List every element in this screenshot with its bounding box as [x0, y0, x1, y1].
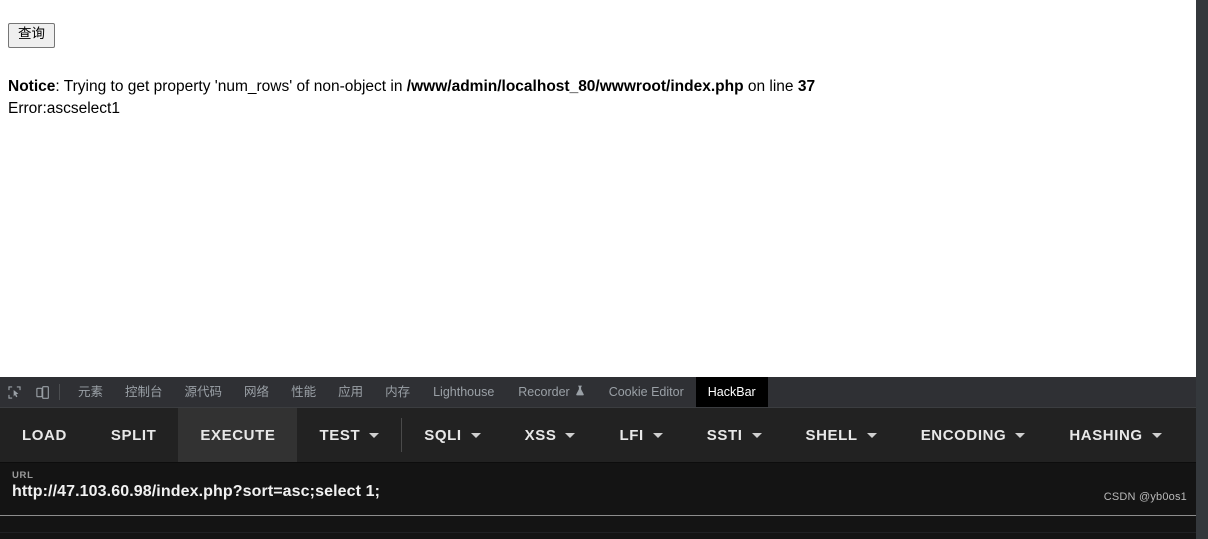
url-input[interactable]: http://47.103.60.98/index.php?sort=asc;s… [12, 483, 380, 501]
tab-hackbar[interactable]: HackBar [695, 377, 768, 407]
chevron-down-icon [565, 432, 576, 438]
tab-console[interactable]: 控制台 [114, 377, 174, 407]
chevron-down-icon [652, 432, 663, 438]
hackbar-load-label: LOAD [22, 426, 67, 444]
tab-memory[interactable]: 内存 [374, 377, 421, 407]
error-output-line: Error:ascselect1 [8, 100, 120, 117]
inspect-element-icon[interactable] [0, 378, 28, 406]
hackbar-hashing-button[interactable]: HASHING [1047, 408, 1183, 462]
hackbar-load-button[interactable]: LOAD [0, 408, 89, 462]
tab-performance[interactable]: 性能 [280, 377, 327, 407]
notice-separator: : [55, 78, 64, 95]
tab-lighthouse[interactable]: Lighthouse [421, 377, 506, 407]
chevron-down-icon [1015, 432, 1026, 438]
tab-recorder-label: Recorder [518, 385, 570, 399]
hackbar-sqli-label: SQLI [424, 426, 462, 444]
notice-text: Trying to get property 'num_rows' of non… [63, 78, 407, 95]
tab-network[interactable]: 网络 [233, 377, 280, 407]
hackbar-hashing-label: HASHING [1069, 426, 1143, 444]
chevron-down-icon [1151, 432, 1162, 438]
hackbar-sqli-button[interactable]: SQLI [402, 408, 502, 462]
php-notice-message: Notice: Trying to get property 'num_rows… [8, 76, 1178, 119]
hackbar-encoding-label: ENCODING [920, 426, 1007, 444]
hackbar-xss-label: XSS [524, 426, 557, 444]
hackbar-shell-label: SHELL [805, 426, 858, 444]
hackbar-ssti-button[interactable]: SSTI [685, 408, 784, 462]
notice-label: Notice [8, 78, 56, 95]
chevron-down-icon [751, 432, 762, 438]
notice-file-path: /www/admin/localhost_80/wwwroot/index.ph… [406, 78, 744, 95]
watermark: CSDN @yb0os1 [1103, 491, 1187, 503]
hackbar-split-button[interactable]: SPLIT [89, 408, 179, 462]
chevron-down-icon [866, 432, 877, 438]
hackbar-ssti-label: SSTI [706, 426, 743, 444]
url-field-underline [0, 515, 1196, 516]
chevron-down-icon [369, 432, 380, 438]
page-scrollbar[interactable] [1196, 0, 1208, 539]
device-toolbar-icon[interactable] [28, 378, 56, 406]
hackbar-execute-label: EXECUTE [200, 426, 276, 444]
devtools-tabbar: 元素 控制台 源代码 网络 性能 应用 内存 Lighthouse Record… [0, 377, 1196, 408]
hackbar-xss-button[interactable]: XSS [503, 408, 598, 462]
tab-cookie-editor[interactable]: Cookie Editor [597, 377, 696, 407]
hackbar-test-label: TEST [319, 426, 361, 444]
hackbar-lfi-label: LFI [619, 426, 644, 444]
hackbar-url-panel: URL http://47.103.60.98/index.php?sort=a… [0, 462, 1196, 532]
hackbar-lfi-button[interactable]: LFI [597, 408, 684, 462]
hackbar-split-label: SPLIT [110, 426, 157, 444]
devtools-panel: 元素 控制台 源代码 网络 性能 应用 内存 Lighthouse Record… [0, 377, 1196, 539]
flask-icon [575, 377, 585, 407]
tab-sources[interactable]: 源代码 [174, 377, 234, 407]
hackbar-test-button[interactable]: TEST [297, 408, 401, 462]
hackbar-toolbar: LOAD SPLIT EXECUTE TEST SQLI XSS LFI SST… [0, 408, 1196, 462]
tab-elements[interactable]: 元素 [67, 377, 114, 407]
tab-recorder[interactable]: Recorder [506, 377, 596, 407]
notice-line-number: 37 [797, 78, 816, 95]
query-button[interactable]: 查询 [8, 23, 55, 48]
tab-application[interactable]: 应用 [327, 377, 374, 407]
notice-on-line-text: on line [743, 78, 798, 95]
hackbar-encoding-button[interactable]: ENCODING [899, 408, 1048, 462]
url-field-label: URL [12, 470, 34, 481]
devtools-bottom-strip [0, 533, 1196, 539]
hackbar-shell-button[interactable]: SHELL [784, 408, 899, 462]
browser-page-content: 查询 Notice: Trying to get property 'num_r… [0, 0, 1196, 377]
chevron-down-icon [470, 432, 481, 438]
hackbar-execute-button[interactable]: EXECUTE [178, 408, 298, 462]
toolbar-divider [59, 384, 60, 400]
